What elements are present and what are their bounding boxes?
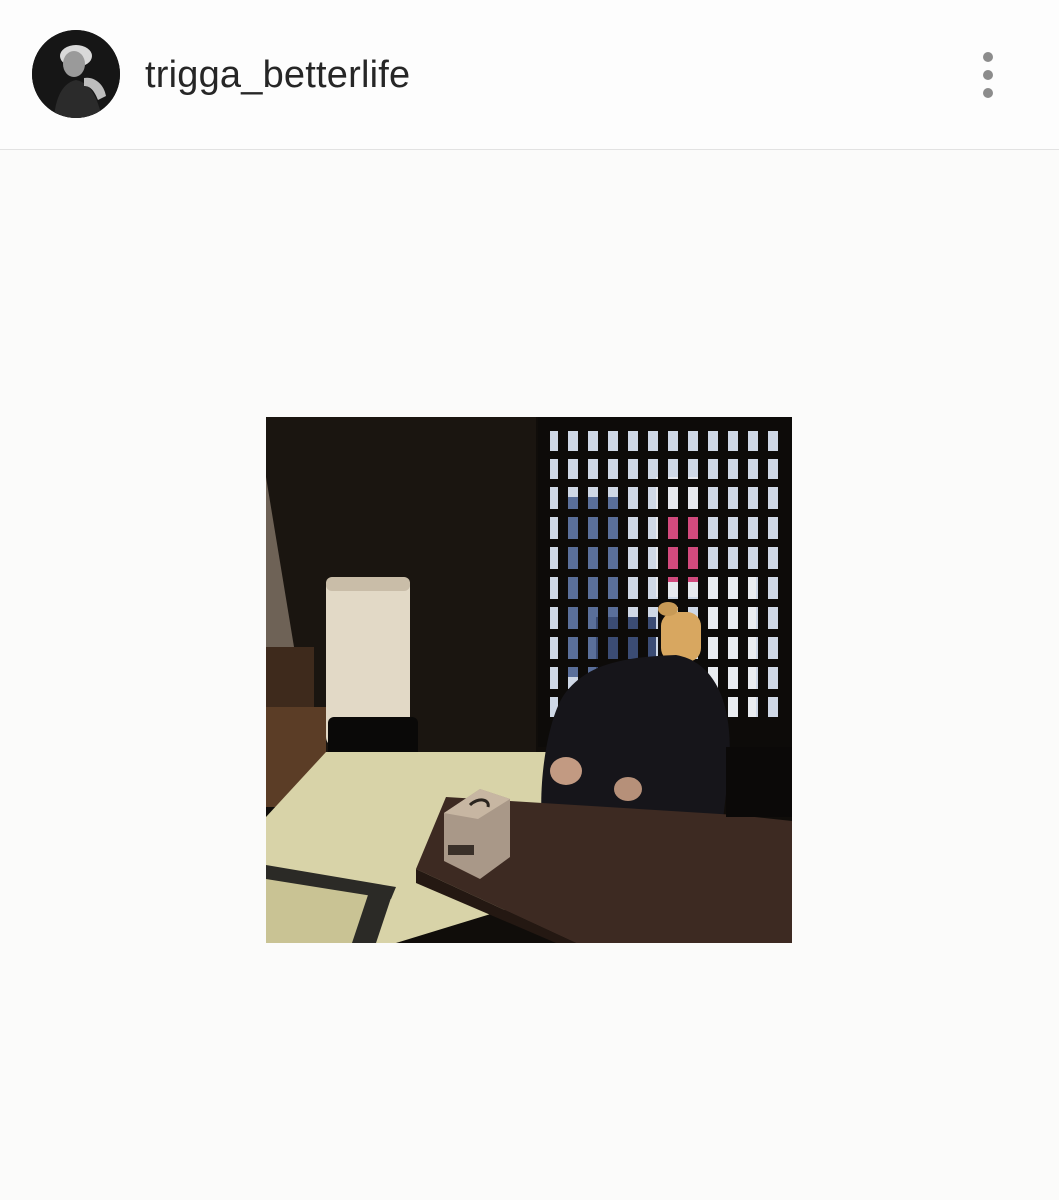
photo-illustration — [266, 417, 792, 943]
post-header: trigga_betterlife — [0, 0, 1059, 150]
more-dot-icon — [983, 88, 993, 98]
profile-avatar[interactable] — [32, 30, 120, 118]
more-dot-icon — [983, 52, 993, 62]
more-dot-icon — [983, 70, 993, 80]
more-options-button[interactable] — [970, 46, 1006, 104]
post-photo[interactable] — [266, 417, 792, 943]
avatar-icon — [32, 30, 120, 118]
post-content-area — [0, 151, 1059, 1200]
username-link[interactable]: trigga_betterlife — [145, 53, 410, 97]
